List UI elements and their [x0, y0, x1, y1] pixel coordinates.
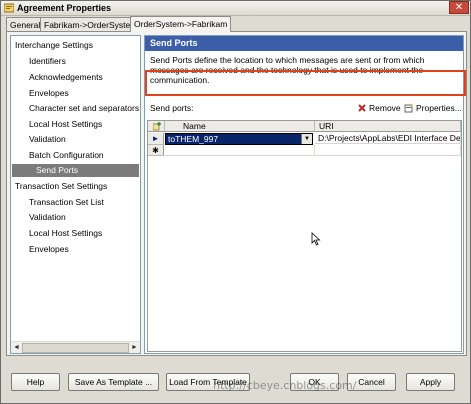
apply-button[interactable]: Apply: [406, 373, 455, 391]
grid-header-uri[interactable]: URI: [315, 121, 461, 132]
tab-ordersystem-to-fabrikam[interactable]: OrderSystem->Fabrikam: [130, 16, 232, 32]
grid-header-name[interactable]: Name: [165, 121, 315, 132]
remove-label: Remove: [369, 103, 401, 113]
cancel-button[interactable]: Cancel: [347, 373, 396, 391]
ok-button[interactable]: OK: [290, 373, 339, 391]
close-icon: ✕: [454, 2, 464, 13]
remove-icon: [358, 104, 366, 112]
send-ports-label: Send ports:: [150, 103, 194, 113]
tab-fabrikam-to-ordersystem[interactable]: Fabrikam->OrderSystem: [40, 17, 142, 31]
title-bar: Agreement Properties ✕: [1, 1, 470, 16]
tree-item-identifiers[interactable]: Identifiers: [29, 55, 66, 68]
tree-item-acknowledgements[interactable]: Acknowledgements: [29, 71, 103, 84]
remove-button[interactable]: Remove: [357, 102, 401, 114]
chevron-down-icon[interactable]: ▼: [301, 134, 312, 144]
tree-item-transaction-validation[interactable]: Validation: [29, 211, 66, 224]
help-button[interactable]: Help: [11, 373, 60, 391]
window-title: Agreement Properties: [17, 3, 112, 13]
close-button[interactable]: ✕: [449, 1, 469, 14]
new-row-name-cell[interactable]: [165, 145, 315, 156]
agreement-properties-window: Agreement Properties ✕ General Fabrikam-…: [0, 0, 471, 404]
tab-panel: Interchange Settings Identifiers Acknowl…: [6, 31, 467, 356]
app-icon: [4, 3, 14, 13]
save-as-template-button[interactable]: Save As Template ...: [68, 373, 159, 391]
tree-item-transaction-local-host-settings[interactable]: Local Host Settings: [29, 227, 102, 240]
tab-general[interactable]: General: [6, 17, 45, 31]
tree-item-transaction-set-settings[interactable]: Transaction Set Settings: [15, 180, 107, 193]
send-ports-pane: Send Ports Send Ports define the locatio…: [144, 35, 466, 354]
load-from-template-button[interactable]: Load From Template: [166, 373, 250, 391]
properties-label: Properties...: [416, 103, 462, 113]
tree-horizontal-scrollbar[interactable]: ◄ ►: [11, 341, 140, 353]
scrollbar-thumb[interactable]: [22, 343, 129, 353]
tree-item-transaction-envelopes[interactable]: Envelopes: [29, 243, 69, 256]
tree-item-transaction-set-list[interactable]: Transaction Set List: [29, 196, 104, 209]
tree-item-local-host-settings[interactable]: Local Host Settings: [29, 118, 102, 131]
tree-item-character-set[interactable]: Character set and separators: [29, 102, 139, 115]
uri-cell[interactable]: D:\Projects\AppLabs\EDI Interface De...: [315, 133, 461, 144]
add-column-icon: [153, 122, 161, 131]
new-row-uri-cell[interactable]: [315, 145, 461, 156]
scroll-left-icon[interactable]: ◄: [11, 342, 22, 353]
section-header: Send Ports: [145, 36, 463, 51]
tree-item-envelopes[interactable]: Envelopes: [29, 87, 69, 100]
name-combobox[interactable]: toTHEM_997 ▼: [165, 133, 313, 145]
properties-button[interactable]: Properties...: [404, 102, 462, 114]
grid-corner-header: [148, 121, 165, 132]
section-description: Send Ports define the location to which …: [150, 55, 425, 85]
row-current-marker[interactable]: ►: [148, 133, 164, 145]
properties-icon: [404, 103, 413, 113]
settings-tree[interactable]: Interchange Settings Identifiers Acknowl…: [10, 35, 141, 354]
tree-item-interchange-settings[interactable]: Interchange Settings: [15, 39, 93, 52]
mouse-cursor-icon: [311, 232, 321, 246]
scroll-right-icon[interactable]: ►: [129, 342, 140, 353]
tree-item-batch-configuration[interactable]: Batch Configuration: [29, 149, 104, 162]
tree-item-send-ports[interactable]: Send Ports: [12, 164, 139, 177]
new-row-marker[interactable]: ✱: [148, 145, 164, 156]
tree-item-validation[interactable]: Validation: [29, 133, 66, 146]
name-value: toTHEM_997: [168, 134, 219, 144]
send-ports-grid[interactable]: Name URI ► toTHEM_997 ▼ D:\Projects\AppL…: [147, 120, 462, 352]
